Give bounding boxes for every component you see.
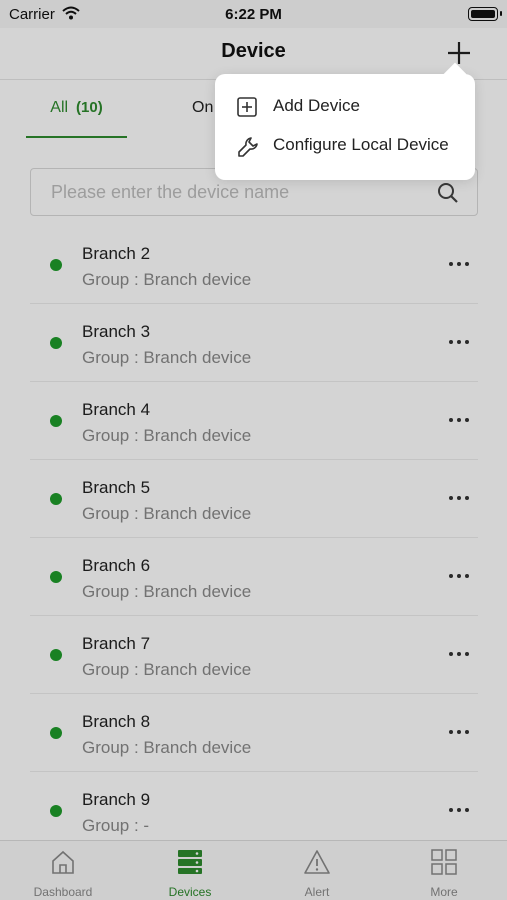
add-menu-popup: Add Device Configure Local Device: [215, 74, 475, 180]
add-square-icon: [237, 97, 257, 122]
add-device-menu-item[interactable]: Add Device: [215, 87, 475, 127]
add-device-label: Add Device: [273, 96, 360, 115]
configure-local-device-menu-item[interactable]: Configure Local Device: [215, 126, 475, 166]
configure-local-device-label: Configure Local Device: [273, 135, 449, 154]
wrench-icon: [237, 136, 259, 163]
